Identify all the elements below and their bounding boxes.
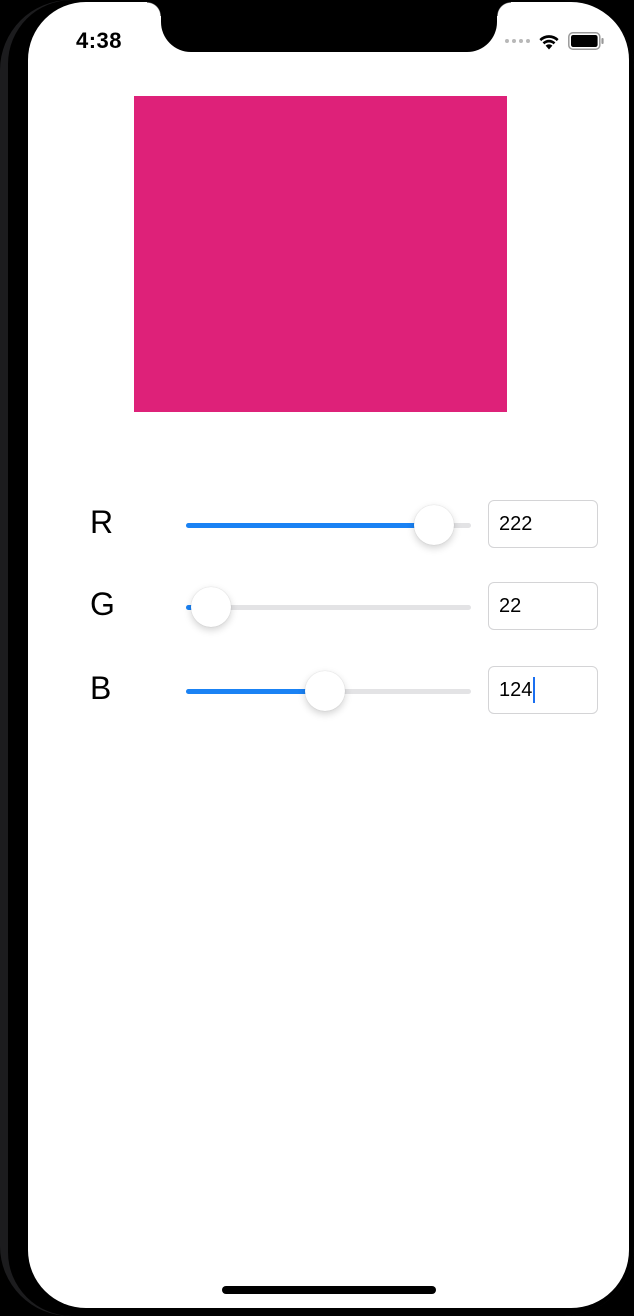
red-value-field[interactable]: 222 bbox=[488, 500, 598, 548]
color-preview-swatch bbox=[134, 96, 507, 412]
red-label: R bbox=[90, 504, 114, 540]
green-slider-thumb[interactable] bbox=[191, 587, 231, 627]
text-cursor bbox=[533, 677, 536, 703]
app-screen: 4:38 R 222 G 22 B 124 bbox=[28, 2, 629, 1308]
status-icons bbox=[505, 32, 605, 50]
blue-slider[interactable] bbox=[186, 671, 471, 711]
red-slider-fill bbox=[186, 523, 434, 528]
wifi-icon bbox=[539, 34, 559, 49]
slider-row-green: G 22 bbox=[28, 582, 629, 632]
green-slider[interactable] bbox=[186, 587, 471, 627]
battery-icon bbox=[568, 32, 604, 50]
green-label: G bbox=[90, 586, 115, 622]
notch bbox=[147, 2, 511, 52]
red-value-text: 222 bbox=[499, 512, 533, 535]
slider-row-red: R 222 bbox=[28, 500, 629, 550]
device-frame: 4:38 R 222 G 22 B 124 bbox=[0, 0, 634, 1316]
red-slider[interactable] bbox=[186, 505, 471, 545]
blue-label: B bbox=[90, 670, 112, 706]
blue-value-text: 124 bbox=[499, 678, 533, 701]
green-value-field[interactable]: 22 bbox=[488, 582, 598, 630]
blue-slider-thumb[interactable] bbox=[305, 671, 345, 711]
green-value-text: 22 bbox=[499, 594, 522, 617]
blue-value-field[interactable]: 124 bbox=[488, 666, 598, 714]
status-time: 4:38 bbox=[76, 28, 123, 53]
signal-dots-icon bbox=[505, 39, 530, 43]
slider-row-blue: B 124 bbox=[28, 666, 629, 716]
home-indicator[interactable] bbox=[222, 1286, 436, 1294]
red-slider-thumb[interactable] bbox=[414, 505, 454, 545]
